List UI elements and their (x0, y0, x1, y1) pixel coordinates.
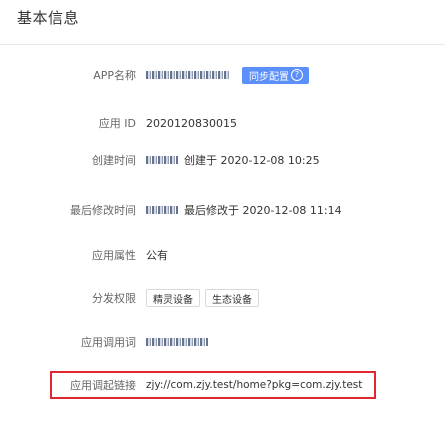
deeplink-highlight-box (50, 371, 376, 399)
app-id-label: 应用 ID (98, 117, 136, 130)
modified-label: 最后修改时间 (70, 204, 136, 217)
row-app-id: 应用 ID 2020120830015 (0, 111, 445, 135)
row-created: 创建时间 创建于 2020-12-08 10:25 (0, 148, 445, 172)
sync-config-label: 同步配置 (249, 71, 289, 83)
app-name-value-masked (146, 71, 230, 79)
tag-sprite-device[interactable]: 精灵设备 (146, 289, 200, 307)
creator-masked (146, 156, 178, 164)
row-modified: 最后修改时间 最后修改于 2020-12-08 11:14 (0, 198, 445, 222)
modifier-masked (146, 206, 178, 214)
modified-meta: 最后修改于 2020-12-08 11:14 (184, 204, 342, 217)
tag-eco-device[interactable]: 生态设备 (205, 289, 259, 307)
help-circle-icon: ? (291, 69, 303, 81)
attribute-value: 公有 (146, 249, 168, 262)
invoke-word-label: 应用调用词 (81, 336, 136, 349)
invoke-word-masked (146, 338, 208, 346)
created-label: 创建时间 (92, 154, 136, 167)
row-distribution: 分发权限 精灵设备 生态设备 (0, 286, 445, 310)
row-app-name: APP名称 同步配置 ? (0, 63, 445, 87)
created-meta: 创建于 2020-12-08 10:25 (184, 154, 320, 167)
sync-config-button[interactable]: 同步配置 ? (242, 66, 309, 84)
app-name-label: APP名称 (93, 69, 136, 82)
distribution-label: 分发权限 (92, 292, 136, 305)
row-attribute: 应用属性 公有 (0, 243, 445, 267)
section-divider (0, 44, 445, 45)
row-invoke-word: 应用调用词 (0, 330, 445, 354)
app-id-value: 2020120830015 (146, 116, 237, 130)
section-title: 基本信息 (17, 9, 80, 27)
attribute-label: 应用属性 (92, 249, 136, 262)
